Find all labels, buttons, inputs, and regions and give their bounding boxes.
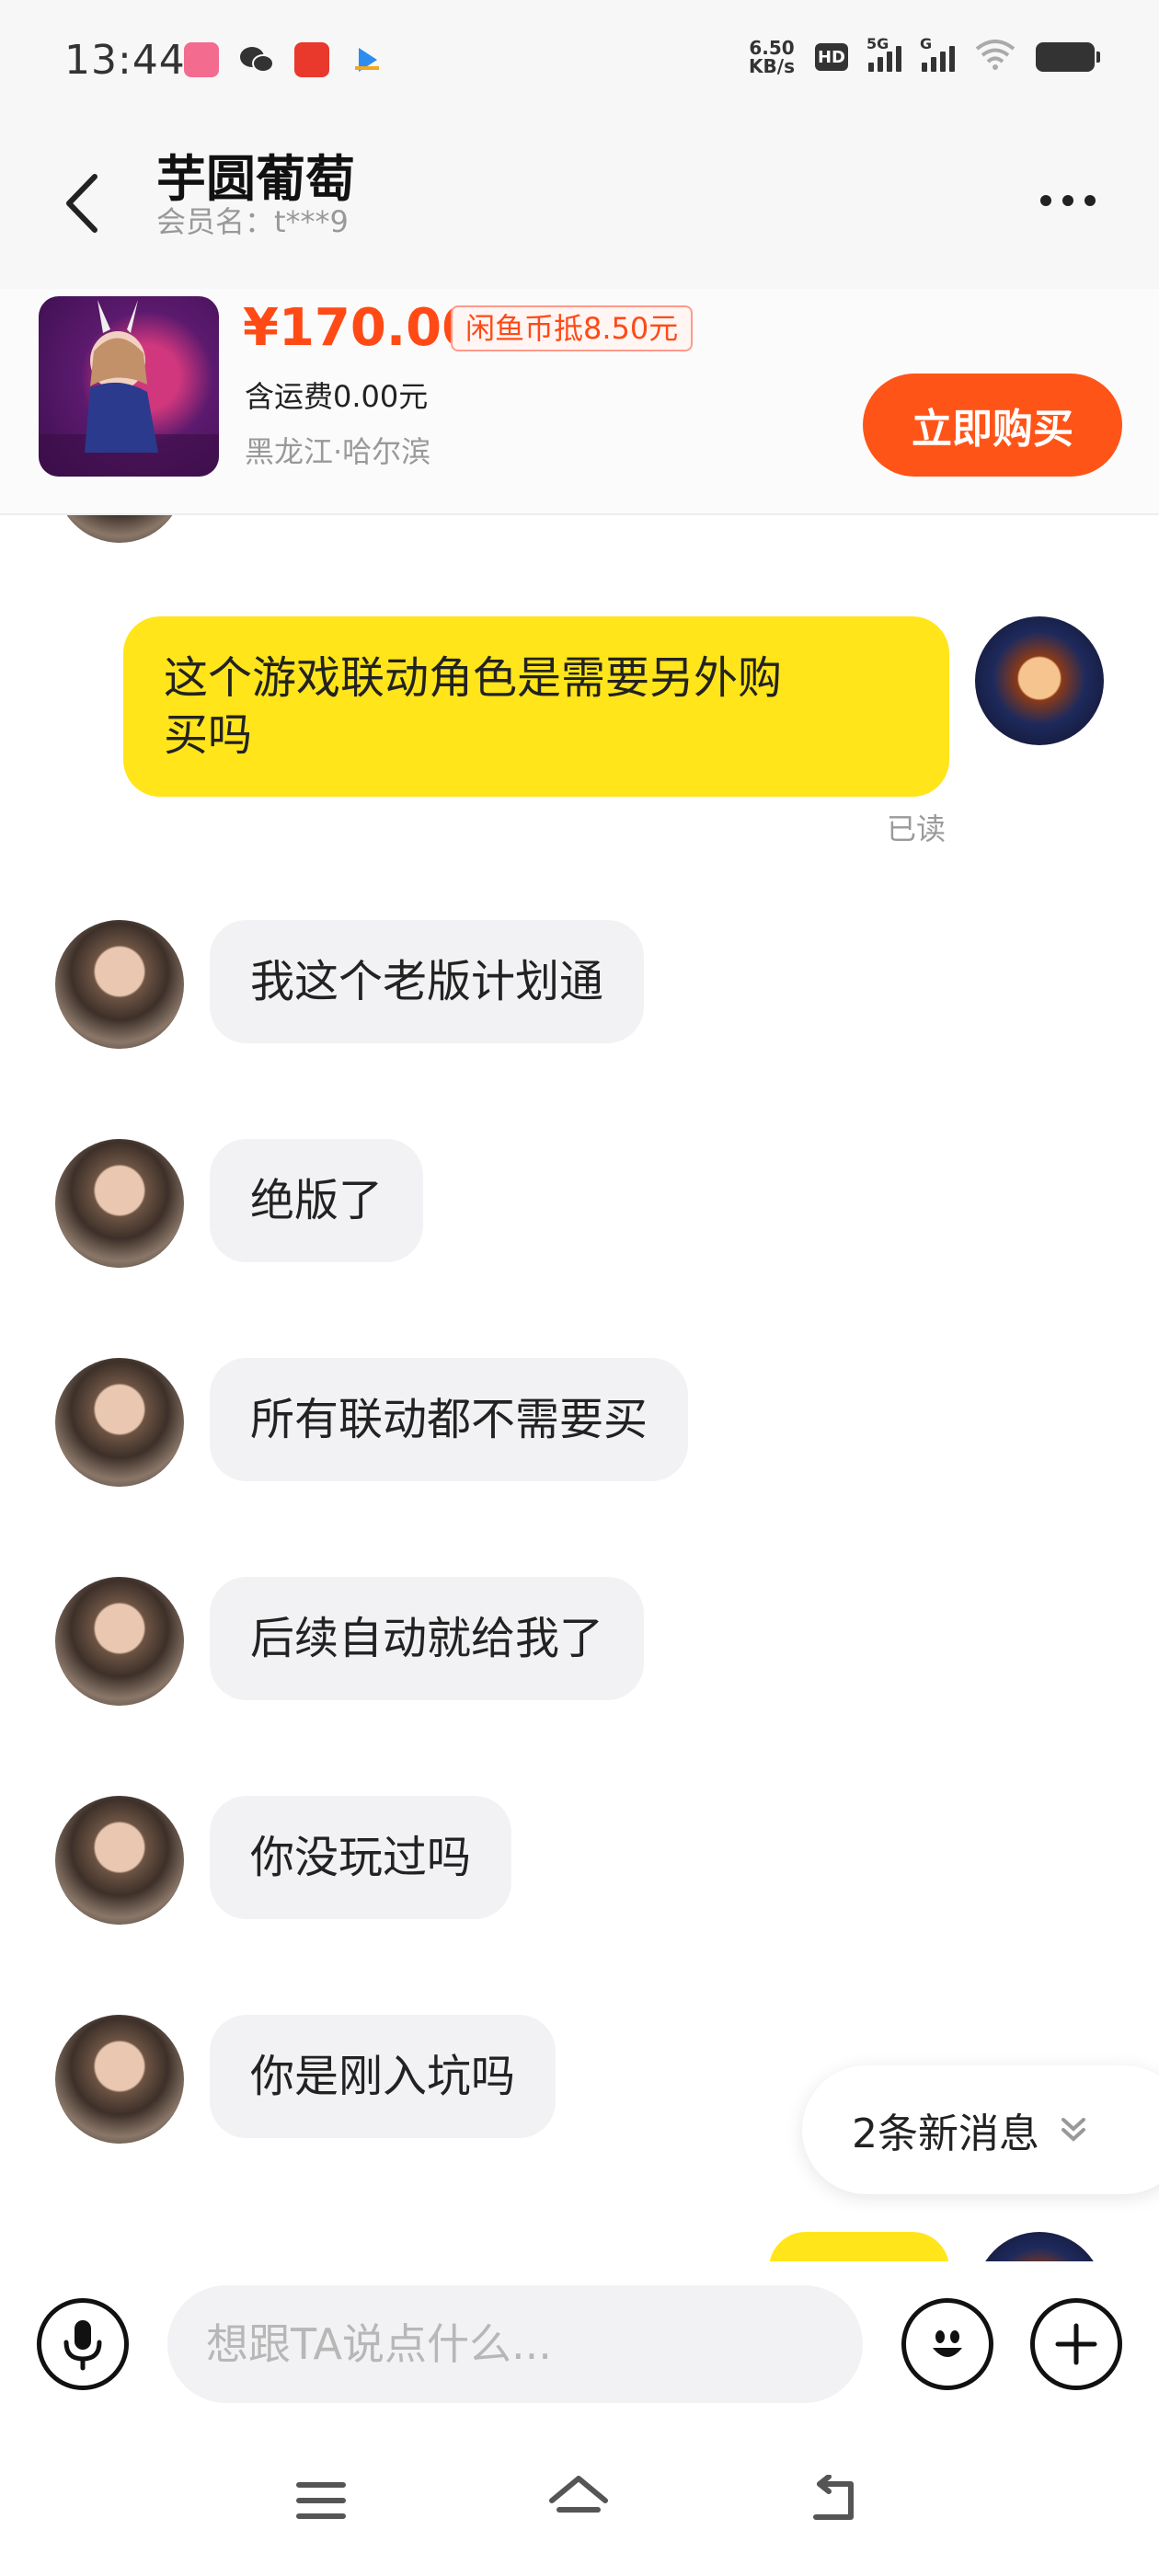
message-bubble-received[interactable]: 后续自动就给我了 (210, 1577, 645, 1700)
product-card[interactable]: ¥170.00 闲鱼币抵8.50元 含运费0.00元 黑龙江·哈尔滨 立即购买 (0, 289, 1159, 515)
home-icon (549, 2476, 608, 2513)
battery-icon (1036, 42, 1100, 72)
chat-header: 芋圆葡萄 会员名：t***9 (0, 125, 1159, 289)
home-button[interactable] (537, 2464, 620, 2537)
hd-voice-icon: HD (815, 43, 848, 71)
avatar-self[interactable] (975, 616, 1104, 745)
back-nav-icon (813, 2475, 854, 2520)
system-nav-bar (0, 2427, 1159, 2576)
buy-now-button[interactable]: 立即购买 (863, 374, 1122, 477)
more-options-button[interactable] (1027, 173, 1109, 228)
status-bar: 13:44 6.50 KB/s HD 5G G (0, 0, 1159, 125)
coin-discount-badge: 闲鱼币抵8.50元 (451, 305, 694, 351)
message-bubble-received[interactable]: 我这个老版计划通 (210, 920, 645, 1043)
bilibili-icon (184, 42, 219, 77)
read-receipt: 已读 (887, 811, 947, 846)
back-arrow-icon (66, 174, 98, 233)
message-bubble-sent[interactable] (769, 2232, 949, 2261)
wechat-icon (239, 42, 274, 77)
shipping-info: 含运费0.00元 (245, 379, 429, 414)
microphone-icon (63, 2320, 102, 2371)
listen-app-icon (294, 42, 329, 77)
new-messages-pill[interactable]: 2条新消息 (802, 2065, 1159, 2194)
message-bubble-received[interactable]: 你没玩过吗 (210, 1796, 512, 1919)
emoji-button[interactable] (901, 2298, 993, 2390)
message-bubble-received[interactable]: 绝版了 (210, 1139, 424, 1262)
signal-g-icon: G (920, 35, 955, 72)
avatar[interactable] (55, 1358, 184, 1487)
menu-icon (296, 2482, 346, 2519)
add-attachment-button[interactable] (1030, 2298, 1122, 2390)
seller-location: 黑龙江·哈尔滨 (245, 434, 431, 469)
avatar[interactable] (55, 1577, 184, 1706)
double-chevron-down-icon (1061, 2118, 1085, 2142)
message-input-bar (0, 2261, 1159, 2427)
signal-5g-icon: 5G (866, 35, 901, 72)
message-text: 这个游戏联动角色是需要另外购 (164, 652, 783, 704)
message-bubble-received[interactable]: 所有联动都不需要买 (210, 1358, 689, 1481)
status-app-icons (184, 42, 384, 77)
more-dots-icon (1084, 195, 1096, 206)
smiley-icon (933, 2330, 962, 2357)
new-messages-label: 2条新消息 (852, 2110, 1039, 2157)
status-time: 13:44 (64, 37, 186, 84)
voice-button[interactable] (37, 2298, 129, 2390)
more-dots-icon (1062, 195, 1073, 206)
network-speed: 6.50 KB/s (749, 37, 795, 77)
avatar[interactable] (55, 515, 184, 543)
back-button[interactable] (50, 162, 114, 245)
product-thumbnail[interactable] (39, 296, 219, 477)
member-id: 会员名：t***9 (156, 204, 349, 239)
wifi-icon (975, 40, 1016, 75)
video-app-icon (350, 42, 384, 77)
avatar[interactable] (55, 1796, 184, 1925)
product-price: ¥170.00 (243, 298, 478, 358)
back-nav-button[interactable] (797, 2464, 879, 2537)
avatar-self[interactable] (975, 2232, 1104, 2261)
message-text: 买吗 (164, 709, 253, 761)
status-indicators: 6.50 KB/s HD 5G G (749, 35, 1100, 77)
avatar[interactable] (55, 920, 184, 1049)
message-bubble-received[interactable]: 你是刚入坑吗 (210, 2015, 557, 2138)
message-bubble-sent[interactable]: 这个游戏联动角色是需要另外购 买吗 (123, 616, 949, 797)
avatar[interactable] (55, 1139, 184, 1268)
more-dots-icon (1040, 195, 1051, 206)
chat-list[interactable]: 这个游戏联动角色是需要另外购 买吗 已读 我这个老版计划通 绝版了 所有联动都不… (0, 515, 1159, 2261)
menu-button[interactable] (280, 2464, 362, 2537)
avatar[interactable] (55, 2015, 184, 2144)
message-input[interactable] (167, 2285, 863, 2403)
plus-icon (1055, 2323, 1097, 2365)
